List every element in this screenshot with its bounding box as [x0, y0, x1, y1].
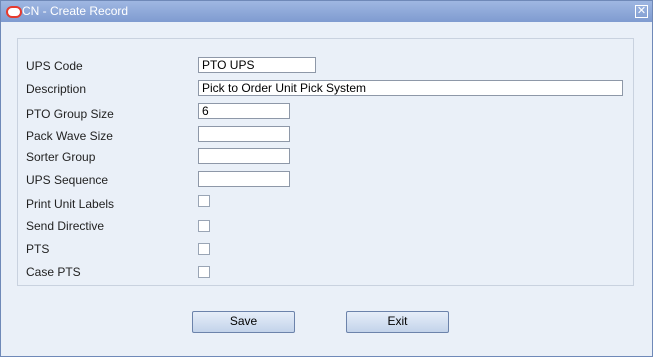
pack-wave-size-label: Pack Wave Size	[26, 129, 113, 143]
description-label: Description	[26, 82, 87, 96]
close-icon[interactable]: ✕	[635, 5, 648, 18]
oracle-logo-icon	[6, 6, 22, 18]
sorter-group-label: Sorter Group	[26, 150, 96, 164]
ups-sequence-field[interactable]	[198, 171, 290, 187]
save-button[interactable]: Save	[192, 311, 295, 333]
form-panel	[17, 38, 634, 286]
print-unit-labels-checkbox[interactable]	[198, 195, 210, 207]
pts-checkbox[interactable]	[198, 243, 210, 255]
case-pts-checkbox[interactable]	[198, 266, 210, 278]
pto-group-size-label: PTO Group Size	[26, 107, 114, 121]
title-bar: CN - Create Record ✕	[1, 1, 652, 22]
send-directive-checkbox[interactable]	[198, 220, 210, 232]
print-unit-labels-label: Print Unit Labels	[26, 197, 115, 211]
exit-button[interactable]: Exit	[346, 311, 449, 333]
sorter-group-field[interactable]	[198, 148, 290, 164]
ups-sequence-label: UPS Sequence	[26, 173, 109, 187]
ups-code-field[interactable]	[198, 57, 316, 73]
pto-group-size-field[interactable]	[198, 103, 290, 119]
window-title: CN - Create Record	[22, 4, 129, 18]
description-field[interactable]	[198, 80, 623, 96]
case-pts-label: Case PTS	[26, 265, 81, 279]
send-directive-label: Send Directive	[26, 219, 105, 233]
ups-code-label: UPS Code	[26, 59, 83, 73]
dialog-window: CN - Create Record ✕ UPS Code Descriptio…	[0, 0, 653, 357]
pts-label: PTS	[26, 242, 50, 256]
pack-wave-size-field[interactable]	[198, 126, 290, 142]
